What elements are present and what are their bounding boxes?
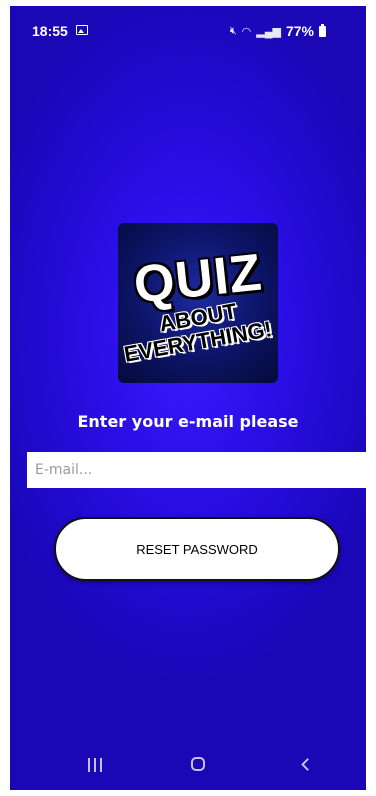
email-prompt: Enter your e-mail please xyxy=(77,412,299,431)
battery-icon xyxy=(319,23,326,37)
status-bar: 18:55 🔇︎ ◠ ▂▄▆ 77% xyxy=(10,6,366,46)
reset-password-button[interactable]: RESET PASSWORD xyxy=(54,517,340,581)
home-icon[interactable] xyxy=(191,757,205,771)
status-time: 18:55 xyxy=(32,23,68,39)
wifi-icon: ◠ xyxy=(241,25,252,38)
quiz-logo: QUIZ ABOUT EVERYTHING! xyxy=(118,223,278,383)
battery-percentage: 77% xyxy=(285,23,314,39)
email-field[interactable] xyxy=(27,452,366,488)
app-screen: 18:55 🔇︎ ◠ ▂▄▆ 77% QUIZ ABOUT EVERYTHING… xyxy=(10,6,366,790)
gallery-icon xyxy=(76,25,88,35)
signal-icon: ▂▄▆ xyxy=(256,25,281,38)
mute-icon: 🔇︎ xyxy=(229,24,237,37)
status-indicators: 🔇︎ ◠ ▂▄▆ 77% xyxy=(230,23,326,39)
recents-icon[interactable] xyxy=(88,758,102,772)
back-icon[interactable] xyxy=(301,758,314,771)
navigation-bar xyxy=(10,746,366,790)
